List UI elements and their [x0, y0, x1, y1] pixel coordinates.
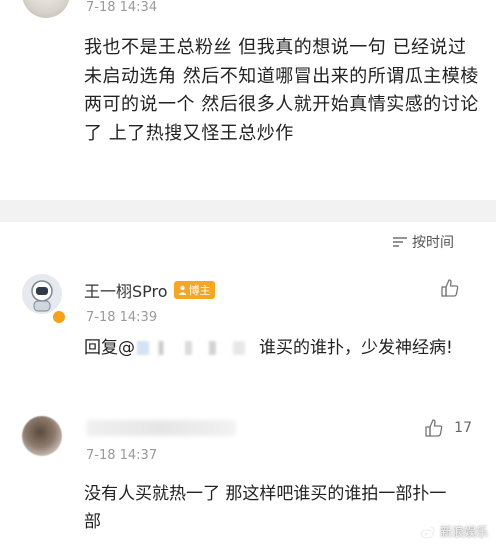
like-button[interactable]: 17 [424, 418, 472, 438]
avatar[interactable] [22, 274, 62, 314]
reply-body: 谁买的谁扑，少发神经病! [259, 338, 453, 358]
sort-bar: 按时间 [0, 222, 496, 262]
like-button[interactable] [440, 278, 470, 298]
watermark-text: 新浪娱乐 [439, 525, 488, 539]
section-divider [0, 200, 496, 222]
watermark: 新浪娱乐 [420, 523, 488, 540]
sort-label: 按时间 [412, 235, 454, 251]
username-text: 王一栩SPro [84, 282, 168, 301]
sort-lines-icon [393, 237, 407, 247]
blurred-username [86, 420, 236, 436]
avatar[interactable] [22, 416, 62, 456]
comment-time: 7-18 14:39 [86, 310, 158, 325]
like-count: 17 [454, 420, 472, 436]
reply-prefix: 回复@ [84, 338, 135, 358]
comment: 7-18 14:37 17 没有人买就热一了 那这样吧谁买的谁拍一部扑一部 新浪… [0, 400, 496, 550]
blogger-badge: 博主 [173, 281, 215, 299]
top-comment: 7-18 14:34 我也不是王总粉丝 但我真的想说一句 已经说过未启动选角 然… [0, 0, 496, 200]
verified-badge-icon [52, 310, 66, 324]
person-icon [178, 285, 187, 295]
avatar[interactable] [22, 0, 70, 18]
comment-time: 7-18 14:34 [86, 0, 158, 15]
comment-text: 我也不是王总粉丝 但我真的想说一句 已经说过未启动选角 然后不知道哪冒出来的所谓… [84, 37, 479, 144]
comment-text: 没有人买就热一了 那这样吧谁买的谁拍一部扑一部 [84, 484, 447, 532]
astronaut-avatar-icon [22, 274, 62, 314]
weibo-logo-icon [420, 525, 435, 539]
sort-by-time-button[interactable]: 按时间 [392, 232, 454, 252]
reply-comment: 王一栩SPro 博主 7-18 14:39 回复@ 谁买的谁扑，少发神经病! [0, 262, 496, 400]
badge-label: 博主 [188, 284, 211, 297]
blurred-mention [137, 341, 257, 355]
thumbs-up-icon [441, 279, 459, 297]
comment-text: 回复@ 谁买的谁扑，少发神经病! [84, 334, 454, 362]
username[interactable]: 王一栩SPro 博主 [84, 278, 215, 302]
thumbs-up-icon [425, 419, 443, 437]
comment-time: 7-18 14:37 [86, 448, 158, 463]
